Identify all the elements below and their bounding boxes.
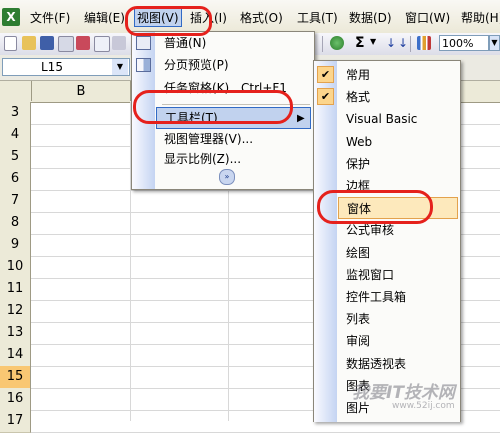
submenu-item[interactable]: 常用 bbox=[338, 64, 458, 86]
annotation-circle-toolbars bbox=[133, 90, 293, 124]
row-header[interactable]: 8 bbox=[0, 212, 31, 235]
toolbars-submenu: 常用 ✔ 格式 ✔ Visual Basic Web 保护 边框 窗体 公式审核 绘图 监视窗口 控件工… bbox=[313, 60, 461, 422]
normal-view-icon bbox=[136, 36, 151, 50]
zoom-dropdown-icon[interactable]: ▼ bbox=[489, 35, 500, 51]
menu-item-page-break-preview[interactable]: 分页预览(P) bbox=[156, 55, 311, 76]
submenu-item[interactable]: Web bbox=[338, 131, 458, 153]
excel-icon[interactable]: X bbox=[2, 8, 20, 26]
row-header[interactable]: 17 bbox=[0, 410, 31, 433]
menu-data[interactable]: 数据(D) bbox=[349, 9, 392, 26]
submenu-arrow-icon: ▶ bbox=[297, 113, 305, 124]
sort-ascending-icon[interactable]: ↓ bbox=[386, 36, 396, 50]
submenu-item[interactable]: Visual Basic bbox=[338, 108, 458, 130]
row-header[interactable]: 10 bbox=[0, 256, 31, 279]
row-header[interactable]: 11 bbox=[0, 278, 31, 301]
row-header[interactable]: 4 bbox=[0, 124, 31, 147]
chart-wizard-icon[interactable] bbox=[417, 36, 431, 50]
row-header[interactable]: 7 bbox=[0, 190, 31, 213]
row-header[interactable]: 6 bbox=[0, 168, 31, 191]
menu-item-normal[interactable]: 普通(N) bbox=[156, 33, 311, 54]
annotation-circle-view bbox=[125, 6, 212, 36]
submenu-item[interactable]: 绘图 bbox=[338, 242, 458, 264]
submenu-item[interactable]: 审阅 bbox=[338, 330, 458, 352]
select-all-corner[interactable] bbox=[0, 81, 32, 101]
row-header[interactable]: 12 bbox=[0, 300, 31, 323]
submenu-item[interactable]: 列表 bbox=[338, 308, 458, 330]
hyperlink-icon[interactable] bbox=[330, 36, 344, 50]
submenu-item[interactable]: 数据透视表 bbox=[338, 353, 458, 375]
save-icon[interactable] bbox=[40, 36, 54, 50]
row-header[interactable]: 16 bbox=[0, 388, 31, 411]
open-folder-icon[interactable] bbox=[22, 36, 36, 50]
column-header-b[interactable]: B bbox=[32, 81, 131, 101]
menu-item-view-manager[interactable]: 视图管理器(V)... bbox=[156, 129, 311, 150]
name-box[interactable]: L15 bbox=[2, 58, 130, 76]
row-header[interactable]: 13 bbox=[0, 322, 31, 345]
submenu-item[interactable]: 监视窗口 bbox=[338, 264, 458, 286]
row-header[interactable]: 15 bbox=[0, 366, 31, 389]
menu-window[interactable]: 窗口(W) bbox=[405, 9, 450, 26]
checkmark-icon: ✔ bbox=[317, 66, 334, 83]
menu-tools[interactable]: 工具(T) bbox=[297, 9, 338, 26]
menu-bar: X 文件(F) 编辑(E) 视图(V) 插入(I) 格式(O) 工具(T) 数据… bbox=[0, 0, 500, 34]
zoom-field[interactable]: 100% bbox=[439, 35, 489, 51]
row-header[interactable]: 14 bbox=[0, 344, 31, 367]
submenu-item[interactable]: 格式 bbox=[338, 86, 458, 108]
expand-chevron-icon[interactable]: » bbox=[219, 169, 235, 185]
annotation-circle-forms bbox=[317, 190, 433, 224]
print-icon[interactable] bbox=[76, 36, 90, 50]
submenu-item[interactable]: 图片 bbox=[338, 397, 458, 419]
autosum-dropdown-icon[interactable]: ▼ bbox=[370, 37, 376, 46]
submenu-item[interactable]: 图表 bbox=[338, 375, 458, 397]
autosum-icon[interactable]: Σ bbox=[355, 35, 365, 51]
menu-format[interactable]: 格式(O) bbox=[240, 9, 283, 26]
toolbar-separator bbox=[410, 36, 411, 52]
name-box-dropdown-icon[interactable]: ▼ bbox=[112, 59, 128, 75]
sort-descending-icon[interactable]: ↓ bbox=[398, 36, 408, 50]
row-header[interactable]: 9 bbox=[0, 234, 31, 257]
menu-file[interactable]: 文件(F) bbox=[30, 9, 70, 26]
checkmark-icon: ✔ bbox=[317, 88, 334, 105]
spelling-icon[interactable] bbox=[112, 36, 126, 50]
menu-item-zoom[interactable]: 显示比例(Z)... bbox=[156, 149, 311, 170]
submenu-item[interactable]: 控件工具箱 bbox=[338, 286, 458, 308]
row-header[interactable]: 3 bbox=[0, 102, 31, 125]
menu-help[interactable]: 帮助(H) bbox=[461, 9, 500, 26]
page-break-icon bbox=[136, 58, 151, 72]
new-file-icon[interactable] bbox=[4, 36, 17, 51]
submenu-item[interactable]: 保护 bbox=[338, 153, 458, 175]
toolbar-separator bbox=[322, 36, 323, 52]
row-header[interactable]: 5 bbox=[0, 146, 31, 169]
print-preview-icon[interactable] bbox=[94, 36, 110, 52]
menu-icon-strip bbox=[314, 61, 337, 422]
permission-icon[interactable] bbox=[58, 36, 74, 52]
menu-edit[interactable]: 编辑(E) bbox=[84, 9, 125, 26]
